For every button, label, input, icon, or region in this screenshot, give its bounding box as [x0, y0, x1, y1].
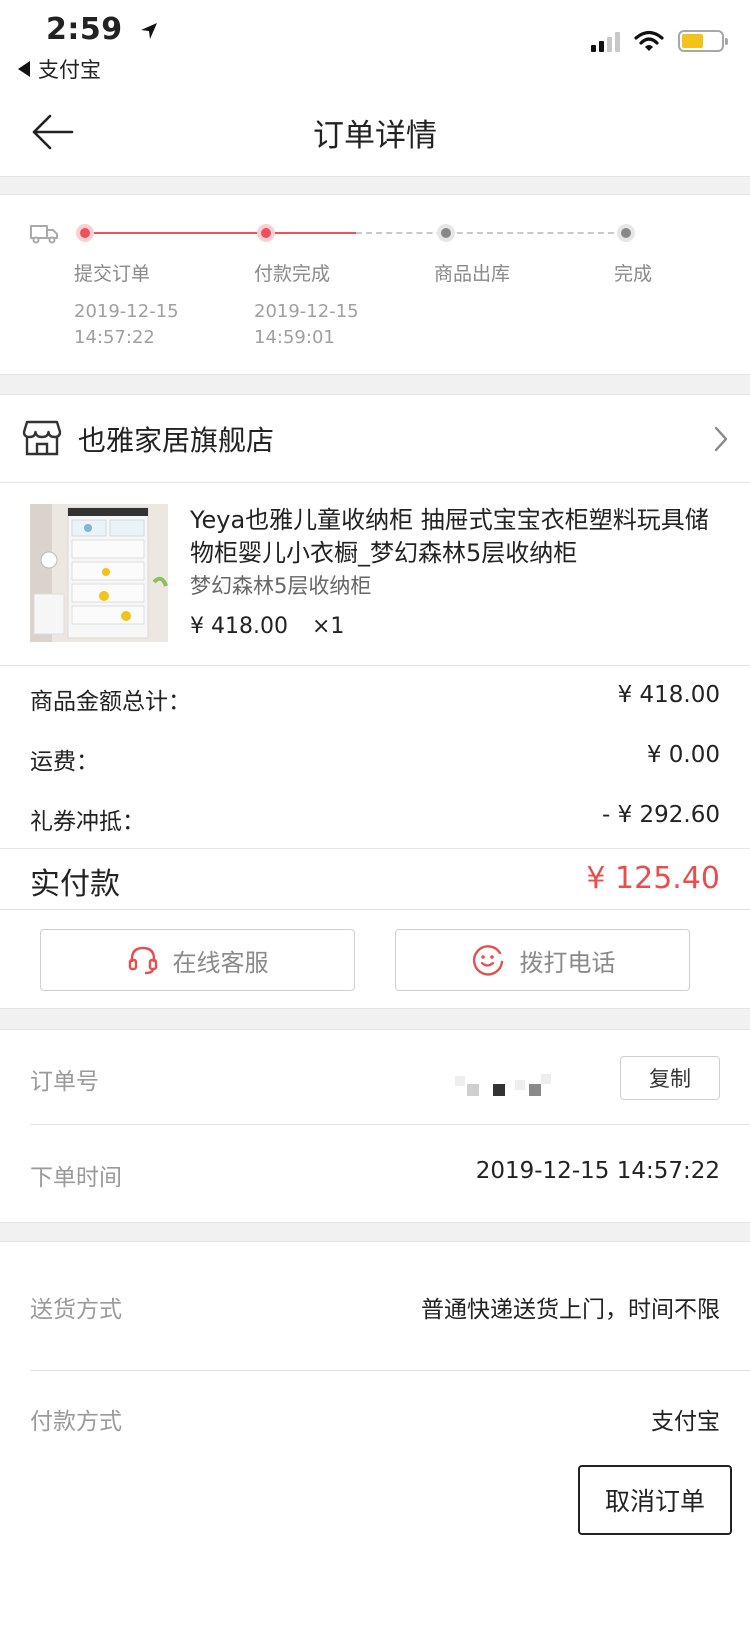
- paid-value: ¥ 125.40: [586, 861, 720, 896]
- product-price: ¥ 418.00: [190, 614, 288, 639]
- store-row[interactable]: 也雅家居旗舰店: [0, 395, 750, 483]
- battery-icon: [678, 30, 728, 52]
- call-phone-button[interactable]: 拨打电话: [395, 929, 690, 991]
- order-time-value: 2019-12-15 14:57:22: [475, 1158, 720, 1184]
- coupon-row: 礼券冲抵： - ¥ 292.60: [30, 788, 720, 848]
- product-spec: 梦幻森林5层收纳柜: [190, 574, 372, 598]
- shipping-row: 运费： ¥ 0.00: [30, 728, 720, 788]
- smiley-icon: [472, 945, 503, 976]
- chevron-right-icon: [714, 426, 728, 452]
- truck-icon: [30, 225, 58, 244]
- progress-dot-3: [437, 224, 455, 242]
- delivery-row: 送货方式 普通快递送货上门，时间不限: [30, 1290, 720, 1324]
- back-to-app-link[interactable]: 支付宝: [18, 54, 101, 84]
- product-title: Yeya也雅儿童收纳柜 抽屉式宝宝衣柜塑料玩具储物柜婴儿小衣橱_梦幻森林5层收纳…: [190, 506, 709, 567]
- status-time-text: 2:59: [46, 12, 123, 47]
- coupon-value: - ¥ 292.60: [601, 802, 720, 828]
- step-label-shipped: 商品出库: [434, 263, 511, 285]
- product-image: [30, 504, 168, 642]
- order-time-row: 下单时间 2019-12-15 14:57:22: [30, 1158, 720, 1192]
- store-name: 也雅家居旗舰店: [78, 424, 275, 457]
- product-quantity: ×1: [312, 614, 345, 639]
- section-divider: [0, 1222, 750, 1242]
- wifi-icon: [634, 30, 664, 51]
- paid-row: 实付款 ¥ 125.40: [0, 848, 750, 910]
- page-title: 订单详情: [313, 118, 437, 154]
- order-progress: 提交订单 付款完成 商品出库 完成 2019-12-15 14:57:22 20…: [0, 195, 750, 375]
- delivery-value: 普通快递送货上门，时间不限: [421, 1297, 720, 1323]
- row-divider: [30, 1370, 750, 1371]
- nav-bar: 订单详情: [0, 90, 750, 176]
- order-number-row: 订单号: [30, 1062, 720, 1096]
- call-phone-label: 拨打电话: [519, 948, 616, 977]
- cancel-order-button[interactable]: 取消订单: [578, 1465, 732, 1535]
- order-time-label: 下单时间: [30, 1165, 122, 1191]
- shipping-value: ¥ 0.00: [646, 742, 720, 768]
- section-divider: [0, 1008, 750, 1030]
- store-icon: [22, 420, 62, 456]
- step-label-submit: 提交订单: [74, 263, 151, 285]
- coupon-label: 礼券冲抵：: [30, 809, 145, 835]
- online-service-button[interactable]: 在线客服: [40, 929, 355, 991]
- step-date-paid: 2019-12-15 14:59:01: [254, 301, 359, 348]
- step-label-complete: 完成: [614, 263, 653, 285]
- cellular-signal-icon: [591, 30, 620, 52]
- copy-order-number-button[interactable]: 复制: [620, 1056, 720, 1100]
- progress-dot-2: [257, 224, 275, 242]
- status-icons: [591, 30, 728, 52]
- progress-line-pending: [356, 232, 624, 234]
- status-bar: 2:59 支付宝: [0, 0, 750, 90]
- row-divider: [30, 1124, 750, 1125]
- section-divider: [0, 374, 750, 395]
- step-date-submit: 2019-12-15 14:57:22: [74, 301, 179, 348]
- back-app-label: 支付宝: [38, 58, 101, 82]
- order-number-label: 订单号: [30, 1069, 99, 1095]
- delivery-label: 送货方式: [30, 1297, 122, 1323]
- paid-label: 实付款: [30, 867, 120, 902]
- progress-line-done: [94, 232, 356, 234]
- subtotal-value: ¥ 418.00: [617, 682, 720, 708]
- back-triangle-icon: [18, 61, 30, 77]
- status-time: 2:59: [46, 12, 158, 47]
- online-service-label: 在线客服: [172, 948, 269, 977]
- product-item[interactable]: Yeya也雅儿童收纳柜 抽屉式宝宝衣柜塑料玩具储物柜婴儿小衣橱_梦幻森林5层收纳…: [0, 484, 750, 666]
- subtotal-label: 商品金额总计：: [30, 689, 191, 715]
- step-label-paid: 付款完成: [254, 263, 331, 285]
- location-arrow-icon: [140, 22, 157, 39]
- redacted-order-number: [455, 1074, 551, 1096]
- shipping-label: 运费：: [30, 749, 99, 775]
- product-thumbnail: [30, 504, 168, 642]
- payment-value: 支付宝: [651, 1409, 720, 1435]
- payment-row: 付款方式 支付宝: [30, 1402, 720, 1436]
- progress-dot-1: [76, 224, 94, 242]
- payment-label: 付款方式: [30, 1409, 122, 1435]
- progress-dot-4: [617, 224, 635, 242]
- subtotal-row: 商品金额总计： ¥ 418.00: [30, 668, 720, 728]
- section-divider: [0, 176, 750, 195]
- headset-icon: [128, 946, 157, 975]
